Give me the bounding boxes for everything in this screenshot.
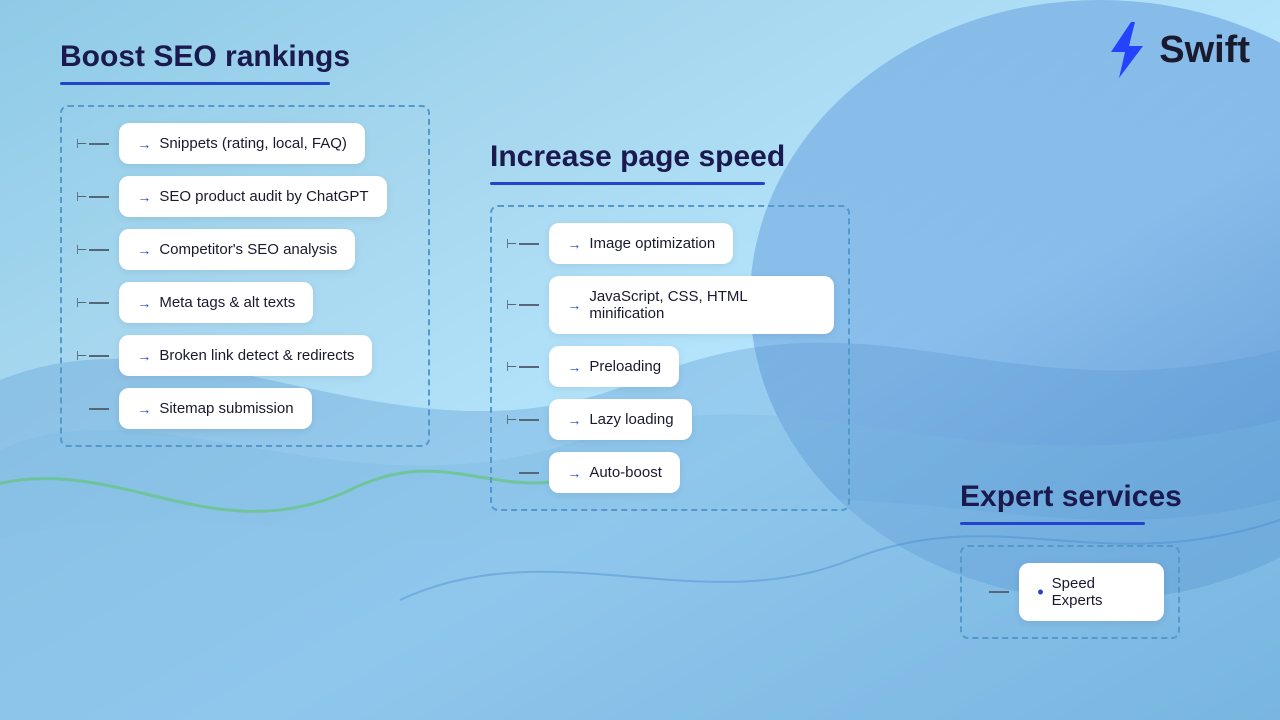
- list-item: ⊢ • Speed Experts: [976, 563, 1164, 621]
- seo-rankings-underline: [60, 82, 330, 85]
- list-item: ⊢ → Meta tags & alt texts: [76, 282, 414, 323]
- connector-5: ⊢: [76, 348, 113, 364]
- item-broken-links[interactable]: → Broken link detect & redirects: [119, 335, 372, 376]
- page-speed-section: Increase page speed ⊢ → Image optimizati…: [460, 0, 880, 720]
- dot-icon: •: [1037, 582, 1043, 603]
- list-item: ⊢ → Snippets (rating, local, FAQ): [76, 123, 414, 164]
- list-item: ⊢ → Competitor's SEO analysis: [76, 229, 414, 270]
- connector-4: ⊢: [76, 295, 113, 311]
- item-competitor-seo[interactable]: → Competitor's SEO analysis: [119, 229, 355, 270]
- item-preloading[interactable]: → Preloading: [549, 346, 679, 387]
- item-lazy-loading[interactable]: → Lazy loading: [549, 399, 691, 440]
- item-minification[interactable]: → JavaScript, CSS, HTML minification: [549, 276, 834, 334]
- connector-ps-4: ⊢: [506, 412, 543, 428]
- list-item: ⊢ → Preloading: [506, 346, 834, 387]
- connector-1: ⊢: [76, 136, 113, 152]
- item-meta-tags[interactable]: → Meta tags & alt texts: [119, 282, 313, 323]
- connector-2: ⊢: [76, 189, 113, 205]
- seo-rankings-title: Boost SEO rankings: [60, 40, 350, 74]
- connector-ps-5: ⊢: [506, 465, 543, 481]
- expert-services-title: Expert services: [960, 480, 1182, 514]
- connector-es-1: ⊢: [976, 584, 1013, 600]
- arrow-icon: →: [137, 401, 151, 417]
- connector-ps-1: ⊢: [506, 236, 543, 252]
- connector-ps-3: ⊢: [506, 359, 543, 375]
- list-item: ⊢ → Image optimization: [506, 223, 834, 264]
- arrow-icon: →: [137, 295, 151, 311]
- connector-6: ⊢: [76, 401, 113, 417]
- arrow-icon: →: [137, 348, 151, 364]
- arrow-icon: →: [567, 236, 581, 252]
- seo-rankings-section: Boost SEO rankings ⊢ → Snippets (rating,…: [0, 0, 460, 720]
- list-item: ⊢ → JavaScript, CSS, HTML minification: [506, 276, 834, 334]
- logo-bolt-icon: [1101, 20, 1151, 80]
- list-item: ⊢ → Broken link detect & redirects: [76, 335, 414, 376]
- item-auto-boost[interactable]: → Auto-boost: [549, 452, 680, 493]
- connector-ps-2: ⊢: [506, 297, 543, 313]
- arrow-icon: →: [567, 412, 581, 428]
- list-item: ⊢ → SEO product audit by ChatGPT: [76, 176, 414, 217]
- logo: Swift: [1101, 20, 1250, 80]
- item-sitemap[interactable]: → Sitemap submission: [119, 388, 311, 429]
- arrow-icon: →: [567, 465, 581, 481]
- connector-3: ⊢: [76, 242, 113, 258]
- page-speed-box: ⊢ → Image optimization ⊢ → JavaScript, C…: [490, 205, 850, 511]
- arrow-icon: →: [567, 359, 581, 375]
- arrow-icon: →: [137, 189, 151, 205]
- item-image-opt[interactable]: → Image optimization: [549, 223, 733, 264]
- arrow-icon: →: [567, 297, 581, 313]
- page-speed-title: Increase page speed: [490, 140, 785, 174]
- expert-services-underline: [960, 522, 1145, 525]
- item-chatgpt[interactable]: → SEO product audit by ChatGPT: [119, 176, 386, 217]
- list-item: ⊢ → Auto-boost: [506, 452, 834, 493]
- item-speed-experts[interactable]: • Speed Experts: [1019, 563, 1164, 621]
- arrow-icon: →: [137, 242, 151, 258]
- arrow-icon: →: [137, 136, 151, 152]
- expert-services-section: Expert services ⊢ • Speed Experts: [880, 0, 1280, 720]
- expert-services-box: ⊢ • Speed Experts: [960, 545, 1180, 639]
- page-speed-underline: [490, 182, 765, 185]
- list-item: ⊢ → Lazy loading: [506, 399, 834, 440]
- item-snippets[interactable]: → Snippets (rating, local, FAQ): [119, 123, 365, 164]
- seo-rankings-box: ⊢ → Snippets (rating, local, FAQ) ⊢ → SE…: [60, 105, 430, 447]
- logo-text: Swift: [1159, 29, 1250, 72]
- list-item: ⊢ → Sitemap submission: [76, 388, 414, 429]
